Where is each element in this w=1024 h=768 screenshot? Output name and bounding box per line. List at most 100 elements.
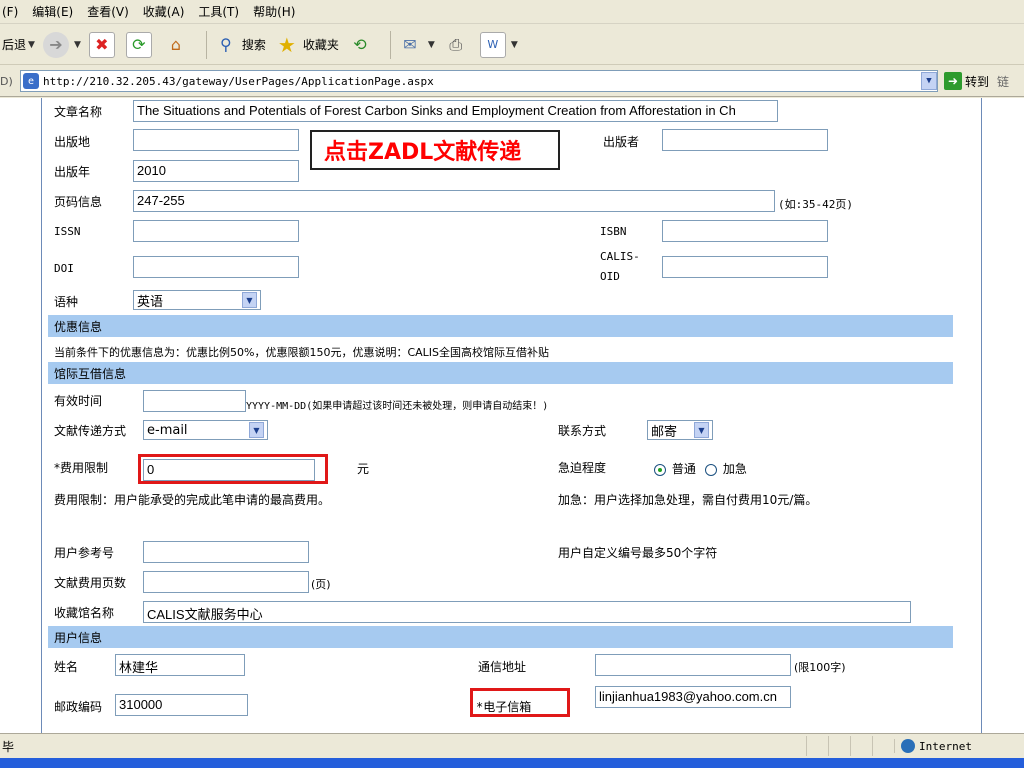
- history-button[interactable]: ⟲: [347, 32, 376, 58]
- urgency-normal-option[interactable]: 普通: [654, 460, 696, 477]
- menu-bar: (F) 编辑(E) 查看(V) 收藏(A) 工具(T) 帮助(H): [0, 0, 1024, 24]
- page-viewport: 文章名称 The Situations and Potentials of Fo…: [0, 98, 1024, 733]
- delivery-method-value: e-mail: [147, 422, 188, 438]
- language-select[interactable]: 英语 ▼: [133, 290, 261, 310]
- links-label[interactable]: 链: [997, 73, 1009, 90]
- status-bar: 毕 Internet: [0, 733, 1024, 758]
- refresh-icon: ⟳: [125, 31, 152, 58]
- favorites-button[interactable]: ★ 收藏夹: [274, 32, 339, 58]
- pages-field[interactable]: 247-255: [133, 190, 775, 212]
- user-ref-note: 用户自定义编号最多50个字符: [558, 546, 718, 560]
- isbn-label: ISBN: [600, 225, 627, 238]
- contact-method-value: 邮寄: [651, 424, 678, 440]
- urgent-note: 加急：用户选择加急处理，需自付费用10元/篇。: [558, 493, 818, 507]
- fee-limit-note: 费用限制：用户能承受的完成此笔申请的最高费用。: [54, 493, 331, 507]
- valid-time-hint: YYYY-MM-DD(如果申请超过该时间还未被处理，则申请自动结束！): [246, 401, 549, 412]
- chevron-down-icon[interactable]: ▼: [249, 422, 264, 438]
- chevron-down-icon[interactable]: ▼: [511, 40, 518, 50]
- delivery-method-select[interactable]: e-mail ▼: [143, 420, 268, 440]
- language-label: 语种: [54, 295, 79, 309]
- doi-field[interactable]: [133, 256, 299, 278]
- name-label: 姓名: [54, 660, 79, 674]
- urgency-urgent-label: 加急: [722, 462, 747, 476]
- isbn-field[interactable]: [662, 220, 828, 242]
- search-label: 搜索: [241, 38, 266, 52]
- menu-favorites[interactable]: 收藏(A): [143, 3, 185, 20]
- year-field[interactable]: 2010: [133, 160, 299, 182]
- valid-time-field[interactable]: [143, 390, 246, 412]
- zip-label: 邮政编码: [54, 700, 103, 714]
- menu-tools[interactable]: 工具(T): [198, 3, 239, 20]
- address-input[interactable]: e http://210.32.205.43/gateway/UserPages…: [20, 70, 938, 92]
- menu-help[interactable]: 帮助(H): [253, 3, 295, 20]
- toolbar-separator: [205, 30, 207, 59]
- user-ref-field[interactable]: [143, 541, 309, 563]
- forward-button[interactable]: ➔ ▼: [42, 31, 81, 58]
- valid-time-label: 有效时间: [54, 394, 103, 408]
- url-text[interactable]: http://210.32.205.43/gateway/UserPages/A…: [43, 75, 921, 88]
- doc-pages-label: 文献费用页数: [54, 576, 127, 590]
- favorites-label: 收藏夹: [302, 38, 339, 52]
- zone-label: Internet: [919, 739, 972, 753]
- calis-oid-field[interactable]: [662, 256, 828, 278]
- contact-method-select[interactable]: 邮寄 ▼: [647, 420, 713, 440]
- back-button[interactable]: 后退 ▼: [2, 36, 35, 53]
- library-field[interactable]: CALIS文献服务中心: [143, 601, 911, 623]
- email-field[interactable]: linjianhua1983@yahoo.com.cn: [595, 686, 791, 708]
- place-field[interactable]: [133, 129, 299, 151]
- menu-edit[interactable]: 编辑(E): [32, 3, 73, 20]
- page-left-gutter: [0, 98, 42, 733]
- user-ref-label: 用户参考号: [54, 546, 115, 560]
- search-button[interactable]: ⚲ 搜索: [213, 32, 266, 58]
- doc-pages-unit: (页): [311, 578, 331, 591]
- delivery-method-label: 文献传递方式: [54, 424, 127, 438]
- address-bar: D) e http://210.32.205.43/gateway/UserPa…: [0, 66, 1024, 97]
- place-label: 出版地: [54, 135, 91, 149]
- menu-view[interactable]: 查看(V): [87, 3, 129, 20]
- publisher-field[interactable]: [662, 129, 828, 151]
- taskbar: [0, 758, 1024, 768]
- pages-label: 页码信息: [54, 195, 103, 209]
- chevron-down-icon[interactable]: ▼: [74, 40, 81, 50]
- email-highlight-box: [470, 688, 570, 717]
- print-button[interactable]: ⎙: [443, 32, 472, 58]
- status-text: 毕: [2, 739, 15, 754]
- word-icon: W: [479, 31, 506, 58]
- name-field[interactable]: 林建华: [115, 654, 245, 676]
- address-label: D): [0, 74, 13, 88]
- home-button[interactable]: ⌂: [163, 32, 192, 58]
- ill-section-header: 馆际互借信息: [48, 362, 953, 384]
- doc-pages-field[interactable]: [143, 571, 309, 593]
- language-value: 英语: [137, 294, 164, 310]
- chevron-down-icon[interactable]: ▼: [28, 40, 35, 50]
- go-label: 转到: [965, 74, 990, 89]
- address-hint: (限100字): [794, 661, 846, 674]
- article-title-field[interactable]: The Situations and Potentials of Forest …: [133, 100, 778, 122]
- menu-file[interactable]: (F): [2, 5, 18, 19]
- stop-button[interactable]: ✖: [88, 31, 118, 58]
- year-label: 出版年: [54, 165, 91, 179]
- status-cells: [806, 736, 894, 756]
- radio-checked-icon[interactable]: [654, 463, 666, 476]
- page-icon: e: [23, 73, 39, 89]
- browser-toolbar: 后退 ▼ ➔ ▼ ✖ ⟳ ⌂ ⚲ 搜索 ★ 收藏夹 ⟲ ✉ ▼ ⎙ W ▼: [0, 25, 1024, 65]
- issn-field[interactable]: [133, 220, 299, 242]
- discount-text: 当前条件下的优惠信息为：优惠比例50%，优惠限额150元，优惠说明：CALIS全…: [54, 346, 550, 359]
- home-icon: ⌂: [170, 35, 181, 54]
- chevron-down-icon[interactable]: ▼: [242, 292, 257, 308]
- discount-section-header: 优惠信息: [48, 315, 953, 337]
- chevron-down-icon[interactable]: ▼: [694, 422, 709, 438]
- radio-unchecked-icon[interactable]: [705, 463, 717, 476]
- urgency-urgent-option[interactable]: 加急: [705, 460, 747, 477]
- mailing-address-field[interactable]: [595, 654, 791, 676]
- zip-field[interactable]: 310000: [115, 694, 248, 716]
- fee-highlight-box: [138, 454, 328, 484]
- refresh-button[interactable]: ⟳: [125, 31, 155, 58]
- mail-icon: ✉: [403, 35, 417, 54]
- mail-button[interactable]: ✉ ▼: [397, 32, 435, 58]
- edit-button[interactable]: W ▼: [479, 31, 518, 58]
- go-button[interactable]: ➜ 转到: [944, 72, 989, 90]
- chevron-down-icon[interactable]: ▼: [921, 72, 937, 90]
- chevron-down-icon[interactable]: ▼: [428, 40, 435, 50]
- urgency-label: 急迫程度: [558, 461, 607, 475]
